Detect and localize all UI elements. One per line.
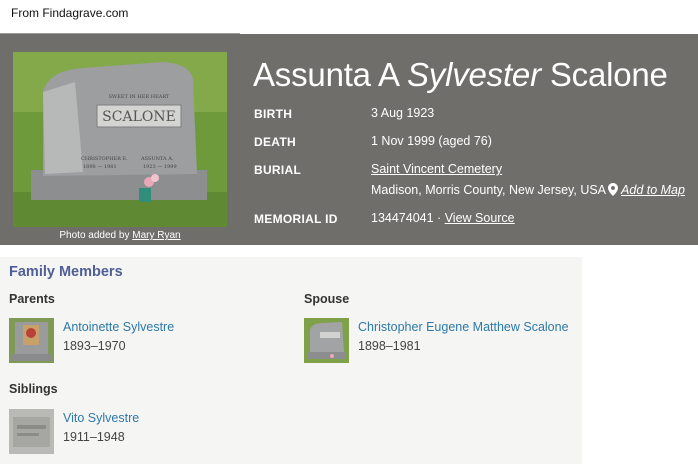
photo-credit-user-link[interactable]: Mary Ryan: [132, 230, 180, 241]
member-dates: 1893–1970: [63, 339, 126, 353]
name-first: Assunta A: [253, 56, 398, 93]
family-member-parent[interactable]: Antoinette Sylvestre 1893–1970: [9, 318, 289, 363]
add-to-map-link[interactable]: Add to Map: [621, 183, 685, 197]
headstone-right-name: ASSUNTA A.: [140, 156, 174, 162]
birth-value: 3 Aug 1923: [371, 106, 435, 120]
birth-label: BIRTH: [254, 107, 293, 121]
headstone-right-dates: 1923 — 1999: [143, 164, 177, 170]
headstone-left-dates: 1898 — 1981: [83, 164, 117, 170]
thumbnail-image: [9, 409, 54, 454]
headstone-photo[interactable]: SCALONE SWEET IN HER HEART CHRISTOPHER E…: [13, 52, 227, 227]
name-last: Scalone: [549, 56, 668, 93]
memorial-id-row: 134474041 · View Source: [371, 211, 515, 225]
burial-location-row: Madison, Morris County, New Jersey, USA A…: [371, 183, 685, 199]
death-label: DEATH: [254, 135, 296, 149]
burial-location: Madison, Morris County, New Jersey, USA: [371, 183, 607, 197]
member-thumbnail[interactable]: [304, 318, 349, 363]
memorial-name: Assunta A Sylvester Scalone: [253, 56, 668, 94]
burial-label: BURIAL: [254, 163, 302, 177]
siblings-title: Siblings: [9, 382, 58, 396]
spouse-title: Spouse: [304, 292, 350, 306]
memorial-header: SCALONE SWEET IN HER HEART CHRISTOPHER E…: [0, 34, 698, 245]
thumbnail-image: [304, 318, 349, 363]
burial-cemetery-row: Saint Vincent Cemetery: [371, 162, 502, 176]
burial-cemetery-link[interactable]: Saint Vincent Cemetery: [371, 162, 502, 176]
name-middle: Sylvester: [406, 56, 541, 93]
member-thumbnail[interactable]: [9, 318, 54, 363]
member-name-link[interactable]: Christopher Eugene Matthew Scalone: [358, 320, 569, 334]
memorial-id-label: MEMORIAL ID: [254, 212, 338, 226]
source-note: From Findagrave.com: [11, 6, 129, 20]
family-members-section: Family Members Parents Antoinette Sylves…: [0, 257, 582, 464]
parents-title: Parents: [9, 292, 55, 306]
family-members-title: Family Members: [9, 264, 123, 280]
headstone-left-name: CHRISTOPHER E.: [81, 156, 128, 162]
id-separator: ·: [433, 211, 445, 225]
family-member-spouse[interactable]: Christopher Eugene Matthew Scalone 1898–…: [304, 318, 582, 363]
member-dates: 1911–1948: [63, 430, 125, 444]
headstone-surname: SCALONE: [102, 109, 176, 125]
thumbnail-image: [9, 318, 54, 363]
headstone-top-phrase: SWEET IN HER HEART: [109, 94, 170, 100]
photo-credit-prefix: Photo added by: [59, 230, 130, 241]
memorial-id-value: 134474041: [371, 211, 434, 225]
member-name-link[interactable]: Vito Sylvestre: [63, 411, 139, 425]
member-thumbnail[interactable]: [9, 409, 54, 454]
view-source-link[interactable]: View Source: [445, 211, 515, 225]
family-member-sibling[interactable]: Vito Sylvestre 1911–1948: [9, 409, 289, 454]
member-name-link[interactable]: Antoinette Sylvestre: [63, 320, 174, 334]
headstone-image: SCALONE SWEET IN HER HEART CHRISTOPHER E…: [13, 52, 227, 227]
death-value: 1 Nov 1999 (aged 76): [371, 134, 492, 148]
photo-credit: Photo added by Mary Ryan: [0, 230, 240, 241]
member-dates: 1898–1981: [358, 339, 421, 353]
map-pin-icon[interactable]: [608, 183, 619, 199]
